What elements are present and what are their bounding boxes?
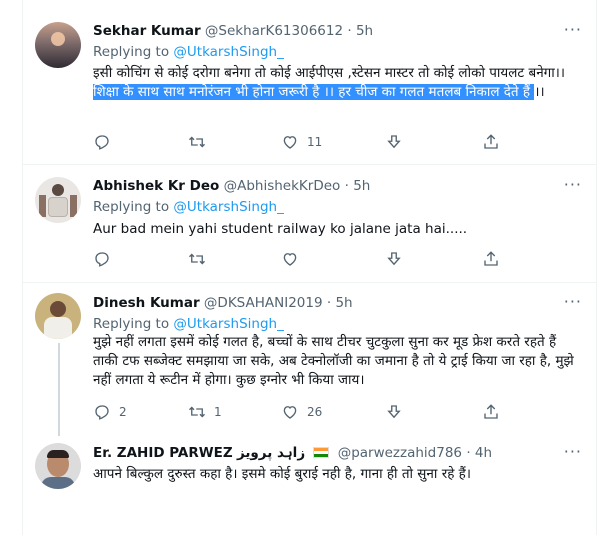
retweet-button[interactable]: 1: [188, 401, 222, 423]
retweet-button[interactable]: [188, 248, 214, 270]
like-button[interactable]: [281, 248, 307, 270]
separator-dot: ·: [344, 178, 349, 194]
arrow-down-icon: [387, 405, 401, 419]
reply-button[interactable]: [93, 248, 119, 270]
share-icon: [484, 134, 498, 149]
author-name[interactable]: Abhishek Kr Deo: [93, 178, 219, 194]
share-button[interactable]: [482, 248, 500, 270]
selected-text: शिक्षा के साथ साथ मनोरंजन भी होना जरूरी …: [93, 84, 535, 100]
share-button[interactable]: [482, 401, 500, 423]
tweet-text: इसी कोचिंग से कोई दरोगा बनेगा तो कोई आईप…: [93, 64, 578, 102]
avatar[interactable]: [35, 443, 81, 489]
reply-button[interactable]: [93, 131, 119, 153]
tweet-text: आपने बिल्कुल दुरुस्त कहा है। इसमे कोई बु…: [93, 466, 471, 482]
arrow-down-icon: [387, 252, 401, 266]
action-bar: [85, 248, 505, 270]
replying-label: Replying to: [93, 44, 174, 60]
more-options-icon[interactable]: ···: [564, 292, 582, 311]
reply-button[interactable]: 2: [93, 401, 127, 423]
reply-tweet[interactable]: Abhishek Kr Deo @AbhishekKrDeo · 5h ··· …: [23, 165, 596, 283]
separator-dot: ·: [347, 23, 352, 39]
heart-icon: [283, 253, 297, 266]
author-name[interactable]: Er. ZAHID PARWEZ: [93, 445, 233, 461]
replying-to: Replying to @UtkarshSingh_: [93, 43, 284, 61]
retweet-icon: [189, 136, 205, 148]
tweet-text-tail: ।।: [534, 84, 545, 100]
more-options-icon[interactable]: ···: [564, 175, 582, 194]
arrow-down-icon: [387, 135, 401, 149]
heart-icon: [283, 406, 297, 419]
replying-label: Replying to: [93, 199, 174, 215]
timestamp[interactable]: 5h: [356, 23, 373, 39]
timestamp[interactable]: 4h: [475, 445, 492, 461]
reply-tweet[interactable]: Sekhar Kumar @SekharK61306612 · 5h ··· R…: [23, 0, 596, 165]
separator-dot: ·: [326, 295, 332, 311]
replying-label: Replying to: [93, 316, 174, 332]
thread-connector: [58, 343, 60, 436]
retweet-icon: [189, 406, 205, 418]
avatar[interactable]: [35, 22, 81, 68]
author-handle[interactable]: @parwezzahid786: [338, 445, 462, 461]
reply-icon: [95, 135, 109, 150]
retweet-icon: [189, 253, 205, 265]
like-count: 11: [307, 135, 323, 149]
reply-count: 2: [119, 405, 127, 419]
avatar[interactable]: [35, 177, 81, 223]
mention-link[interactable]: @UtkarshSingh_: [173, 316, 283, 332]
share-icon: [484, 404, 498, 419]
tweet-text: मुझे नहीं लगता इसमें कोई गलत है, बच्चों …: [93, 334, 574, 388]
action-bar: 11: [85, 131, 505, 153]
india-flag-icon: [313, 447, 330, 458]
heart-icon: [283, 136, 297, 149]
tip-button[interactable]: [385, 401, 403, 423]
like-count: 26: [307, 405, 323, 419]
author-handle[interactable]: @SekharK61306612: [205, 23, 343, 39]
share-button[interactable]: [482, 131, 500, 153]
tip-button[interactable]: [385, 131, 403, 153]
replying-to: Replying to @UtkarshSingh_: [93, 315, 284, 333]
retweet-count: 1: [214, 405, 222, 419]
reply-icon: [95, 252, 109, 267]
like-button[interactable]: 11: [281, 131, 322, 153]
author-name-urdu[interactable]: زاہد پرویز: [237, 445, 305, 461]
more-options-icon[interactable]: ···: [564, 20, 582, 39]
tweet-text-plain: इसी कोचिंग से कोई दरोगा बनेगा तो कोई आईप…: [93, 65, 566, 81]
avatar[interactable]: [35, 293, 81, 339]
author-handle[interactable]: @AbhishekKrDeo: [224, 178, 341, 194]
tweet-text: Aur bad mein yahi student railway ko jal…: [93, 221, 468, 237]
author-name[interactable]: Sekhar Kumar: [93, 23, 201, 39]
reply-tweet[interactable]: Dinesh Kumar @DKSAHANI2019 · 5h ··· Repl…: [23, 283, 596, 436]
tip-button[interactable]: [385, 248, 403, 270]
separator-dot: ·: [466, 445, 471, 461]
author-name[interactable]: Dinesh Kumar: [93, 295, 200, 311]
action-bar: 2 1 26: [85, 401, 505, 423]
more-options-icon[interactable]: ···: [564, 442, 582, 461]
replying-to: Replying to @UtkarshSingh_: [93, 198, 284, 216]
retweet-button[interactable]: [188, 131, 214, 153]
conversation-timeline: Sekhar Kumar @SekharK61306612 · 5h ··· R…: [22, 0, 597, 535]
author-handle[interactable]: @DKSAHANI2019: [204, 295, 323, 311]
share-icon: [484, 251, 498, 266]
reply-tweet[interactable]: Er. ZAHID PARWEZ زاہد پرویز @parwezzahid…: [23, 433, 596, 535]
timestamp[interactable]: 5h: [353, 178, 370, 194]
reply-icon: [95, 405, 109, 420]
mention-link[interactable]: @UtkarshSingh_: [173, 44, 283, 60]
mention-link[interactable]: @UtkarshSingh_: [173, 199, 283, 215]
timestamp[interactable]: 5h: [335, 295, 352, 311]
like-button[interactable]: 26: [281, 401, 322, 423]
